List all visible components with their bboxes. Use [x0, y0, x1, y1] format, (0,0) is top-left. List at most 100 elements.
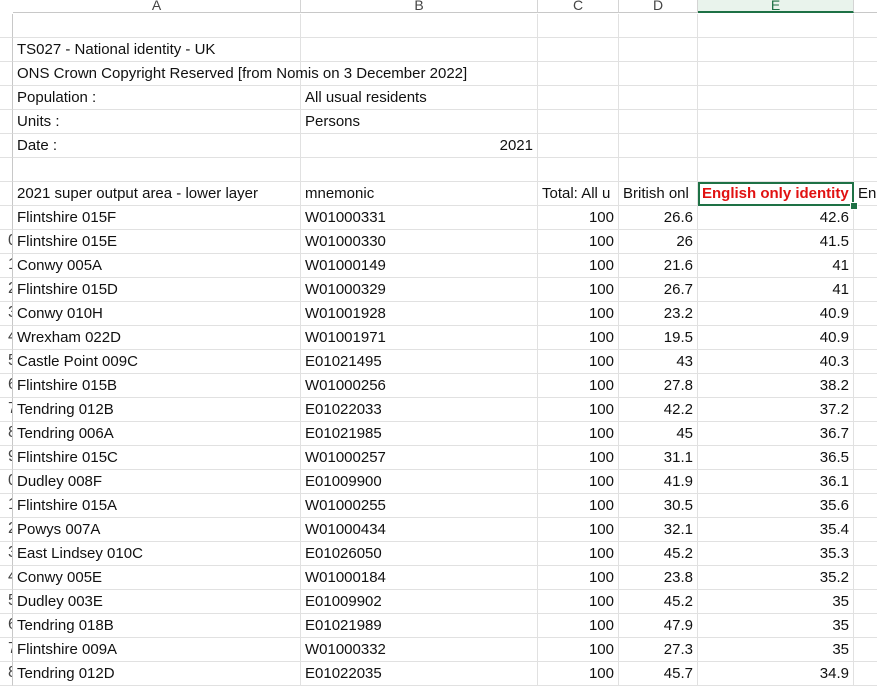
- row-header[interactable]: 8: [0, 662, 13, 686]
- empty-cell[interactable]: [301, 158, 538, 182]
- area-name-cell[interactable]: Conwy 010H: [13, 302, 301, 326]
- british-only-cell[interactable]: 21.6: [619, 254, 698, 278]
- mnemonic-cell[interactable]: W01001971: [301, 326, 538, 350]
- header-british-cell[interactable]: British onl: [619, 182, 698, 206]
- total-cell[interactable]: 100: [538, 494, 619, 518]
- british-only-cell[interactable]: 45: [619, 422, 698, 446]
- row-header[interactable]: [0, 14, 13, 38]
- total-cell[interactable]: 100: [538, 350, 619, 374]
- row-header[interactable]: 7: [0, 638, 13, 662]
- empty-cell[interactable]: [619, 158, 698, 182]
- english-only-cell[interactable]: 37.2: [698, 398, 854, 422]
- mnemonic-cell[interactable]: W01000329: [301, 278, 538, 302]
- mnemonic-cell[interactable]: W01000257: [301, 446, 538, 470]
- row-header[interactable]: [0, 62, 13, 86]
- empty-cell[interactable]: [538, 158, 619, 182]
- empty-cell[interactable]: [538, 38, 619, 62]
- british-only-cell[interactable]: 23.8: [619, 566, 698, 590]
- area-name-cell[interactable]: Tendring 012D: [13, 662, 301, 686]
- english-only-cell[interactable]: 41: [698, 278, 854, 302]
- empty-cell[interactable]: [854, 350, 877, 374]
- total-cell[interactable]: 100: [538, 302, 619, 326]
- info-label-cell[interactable]: Date :: [13, 134, 301, 158]
- total-cell[interactable]: 100: [538, 614, 619, 638]
- empty-cell[interactable]: [538, 86, 619, 110]
- row-header[interactable]: [0, 38, 13, 62]
- row-header[interactable]: [0, 110, 13, 134]
- empty-cell[interactable]: [619, 134, 698, 158]
- empty-cell[interactable]: [854, 518, 877, 542]
- row-header[interactable]: [0, 206, 13, 230]
- empty-cell[interactable]: [854, 62, 877, 86]
- british-only-cell[interactable]: 45.2: [619, 542, 698, 566]
- row-header[interactable]: 4: [0, 566, 13, 590]
- english-only-cell[interactable]: 41.5: [698, 230, 854, 254]
- total-cell[interactable]: 100: [538, 422, 619, 446]
- area-name-cell[interactable]: Wrexham 022D: [13, 326, 301, 350]
- empty-cell[interactable]: [538, 62, 619, 86]
- english-only-cell[interactable]: 35.6: [698, 494, 854, 518]
- empty-cell[interactable]: [854, 662, 877, 686]
- empty-cell[interactable]: [854, 374, 877, 398]
- row-header[interactable]: [0, 134, 13, 158]
- total-cell[interactable]: 100: [538, 230, 619, 254]
- english-only-cell[interactable]: 36.1: [698, 470, 854, 494]
- british-only-cell[interactable]: 26: [619, 230, 698, 254]
- area-name-cell[interactable]: Conwy 005A: [13, 254, 301, 278]
- british-only-cell[interactable]: 30.5: [619, 494, 698, 518]
- mnemonic-cell[interactable]: W01000434: [301, 518, 538, 542]
- british-only-cell[interactable]: 45.2: [619, 590, 698, 614]
- mnemonic-cell[interactable]: W01000331: [301, 206, 538, 230]
- row-header[interactable]: [0, 182, 13, 206]
- mnemonic-cell[interactable]: E01009902: [301, 590, 538, 614]
- row-header[interactable]: 1: [0, 494, 13, 518]
- row-header[interactable]: 0: [0, 470, 13, 494]
- row-header[interactable]: 1: [0, 254, 13, 278]
- empty-cell[interactable]: [619, 110, 698, 134]
- header-total-cell[interactable]: Total: All u: [538, 182, 619, 206]
- british-only-cell[interactable]: 26.6: [619, 206, 698, 230]
- total-cell[interactable]: 100: [538, 638, 619, 662]
- total-cell[interactable]: 100: [538, 254, 619, 278]
- row-header[interactable]: 3: [0, 542, 13, 566]
- empty-cell[interactable]: [854, 158, 877, 182]
- empty-cell[interactable]: [619, 38, 698, 62]
- mnemonic-cell[interactable]: E01009900: [301, 470, 538, 494]
- empty-cell[interactable]: [854, 110, 877, 134]
- empty-cell[interactable]: [698, 38, 854, 62]
- british-only-cell[interactable]: 47.9: [619, 614, 698, 638]
- row-header[interactable]: 9: [0, 446, 13, 470]
- mnemonic-cell[interactable]: W01000256: [301, 374, 538, 398]
- empty-cell[interactable]: [698, 134, 854, 158]
- total-cell[interactable]: 100: [538, 206, 619, 230]
- info-label-cell[interactable]: Units :: [13, 110, 301, 134]
- column-header-a[interactable]: A: [13, 0, 301, 13]
- empty-cell[interactable]: [854, 302, 877, 326]
- area-name-cell[interactable]: Conwy 005E: [13, 566, 301, 590]
- empty-cell[interactable]: [854, 38, 877, 62]
- row-header[interactable]: 6: [0, 374, 13, 398]
- empty-cell[interactable]: [301, 38, 538, 62]
- english-only-cell[interactable]: 35.2: [698, 566, 854, 590]
- british-only-cell[interactable]: 43: [619, 350, 698, 374]
- column-header-f[interactable]: F: [854, 0, 877, 13]
- header-english-cell[interactable]: English only identity: [698, 182, 854, 206]
- row-header[interactable]: 6: [0, 614, 13, 638]
- row-header[interactable]: 5: [0, 590, 13, 614]
- area-name-cell[interactable]: Flintshire 015F: [13, 206, 301, 230]
- area-name-cell[interactable]: Flintshire 015A: [13, 494, 301, 518]
- header-mnemonic-cell[interactable]: mnemonic: [301, 182, 538, 206]
- english-only-cell[interactable]: 36.7: [698, 422, 854, 446]
- empty-cell[interactable]: [854, 254, 877, 278]
- empty-cell[interactable]: [538, 14, 619, 38]
- empty-cell[interactable]: [698, 62, 854, 86]
- row-header[interactable]: [0, 158, 13, 182]
- british-only-cell[interactable]: 19.5: [619, 326, 698, 350]
- area-name-cell[interactable]: Flintshire 015D: [13, 278, 301, 302]
- english-only-cell[interactable]: 35: [698, 638, 854, 662]
- empty-cell[interactable]: [854, 542, 877, 566]
- area-name-cell[interactable]: Tendring 012B: [13, 398, 301, 422]
- english-only-cell[interactable]: 40.9: [698, 326, 854, 350]
- total-cell[interactable]: 100: [538, 326, 619, 350]
- empty-cell[interactable]: [538, 134, 619, 158]
